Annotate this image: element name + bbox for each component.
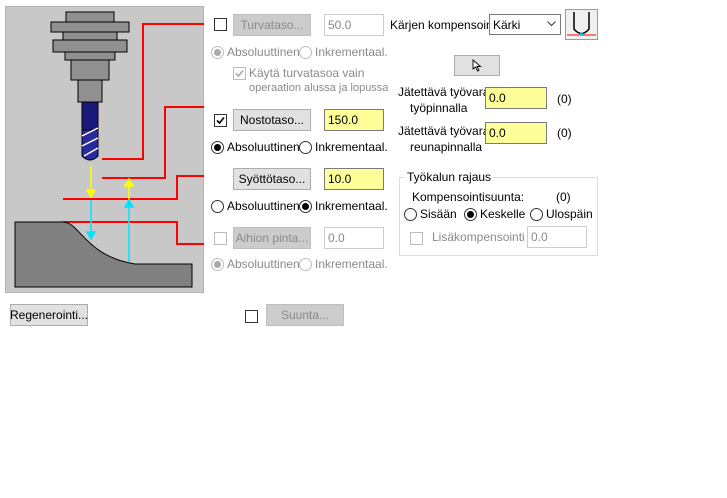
floor-stock-label2: työpinnalla xyxy=(410,101,468,115)
feed-absolute-radio[interactable] xyxy=(211,200,224,213)
additional-comp-label: Lisäkompensointi xyxy=(432,230,525,244)
chevron-down-icon xyxy=(547,21,556,27)
regen-button[interactable]: Regenerointi... xyxy=(10,304,88,326)
inside-label: Sisään xyxy=(420,207,457,221)
retract-checkbox[interactable] xyxy=(214,114,227,127)
retract-absolute-radio[interactable] xyxy=(211,141,224,154)
retract-button[interactable]: Nostotaso... xyxy=(233,109,311,131)
outside-label: Ulospäin xyxy=(546,207,593,221)
stock-top-absolute-label: Absoluuttinen xyxy=(227,257,300,271)
wall-stock-field[interactable]: 0.0 xyxy=(485,122,547,144)
floor-stock-field[interactable]: 0.0 xyxy=(485,87,547,109)
clearance-absolute-radio[interactable] xyxy=(211,46,224,59)
floor-stock-label1: Jätettävä työvara xyxy=(398,85,490,99)
retract-incremental-label: Inkrementaal. xyxy=(315,140,388,154)
cursor-icon xyxy=(472,59,482,72)
feed-incremental-radio[interactable] xyxy=(299,200,312,213)
retract-incremental-radio[interactable] xyxy=(299,141,312,154)
floor-stock-extra: (0) xyxy=(557,92,572,106)
retract-value-field[interactable]: 150.0 xyxy=(324,109,384,131)
additional-comp-checkbox[interactable] xyxy=(410,232,423,245)
clearance-incremental-radio[interactable] xyxy=(299,46,312,59)
inside-radio[interactable] xyxy=(404,208,417,221)
feed-plane-value-field[interactable]: 10.0 xyxy=(324,168,384,190)
clearance-absolute-label: Absoluuttinen xyxy=(227,45,300,59)
center-label: Keskelle xyxy=(480,207,526,221)
stock-top-incremental-label: Inkrementaal. xyxy=(315,257,388,271)
clearance-start-end-label: Käytä turvatasoa vain xyxy=(249,66,365,80)
checkmark-icon xyxy=(216,116,225,125)
clearance-start-end-checkbox[interactable] xyxy=(233,67,246,80)
direction-button[interactable]: Suunta... xyxy=(266,304,344,326)
stock-top-value-field[interactable]: 0.0 xyxy=(324,227,384,249)
outside-radio[interactable] xyxy=(530,208,543,221)
tip-comp-label: Kärjen kompensointi xyxy=(390,18,499,32)
tip-comp-select[interactable]: Kärki xyxy=(489,14,561,35)
retract-absolute-label: Absoluuttinen xyxy=(227,140,300,154)
stock-top-button[interactable]: Aihion pinta... xyxy=(233,227,311,249)
wall-stock-extra: (0) xyxy=(557,126,572,140)
stock-top-absolute-radio[interactable] xyxy=(211,258,224,271)
tip-comp-preview-icon xyxy=(565,9,598,40)
additional-comp-field[interactable]: 0.0 xyxy=(527,226,587,248)
comp-dir-label: Kompensointisuunta: xyxy=(412,190,525,204)
clearance-start-end-label2: operaation alussa ja lopussa xyxy=(249,82,389,94)
comp-dir-value: (0) xyxy=(556,190,571,204)
direction-checkbox[interactable] xyxy=(245,310,258,323)
feed-incremental-label: Inkrementaal. xyxy=(315,199,388,213)
tip-comp-selected: Kärki xyxy=(493,18,521,32)
clearance-button[interactable]: Turvataso... xyxy=(233,14,311,36)
wall-stock-label2: reunapinnalla xyxy=(410,140,483,154)
containment-title: Työkalun rajaus xyxy=(405,170,494,184)
cursor-button[interactable] xyxy=(454,55,500,76)
stock-top-checkbox[interactable] xyxy=(214,232,227,245)
cutter xyxy=(81,101,99,161)
center-radio[interactable] xyxy=(464,208,477,221)
clearance-checkbox[interactable] xyxy=(214,18,227,31)
feed-plane-button[interactable]: Syöttötaso... xyxy=(233,168,311,190)
feed-absolute-label: Absoluuttinen xyxy=(227,199,300,213)
levels-diagram xyxy=(5,6,204,293)
wall-stock-label1: Jätettävä työvara xyxy=(398,124,490,138)
clearance-incremental-label: Inkrementaal. xyxy=(315,45,388,59)
stock-top-incremental-radio[interactable] xyxy=(299,258,312,271)
clearance-value-field[interactable]: 50.0 xyxy=(324,14,384,36)
checkmark-icon xyxy=(235,69,244,78)
